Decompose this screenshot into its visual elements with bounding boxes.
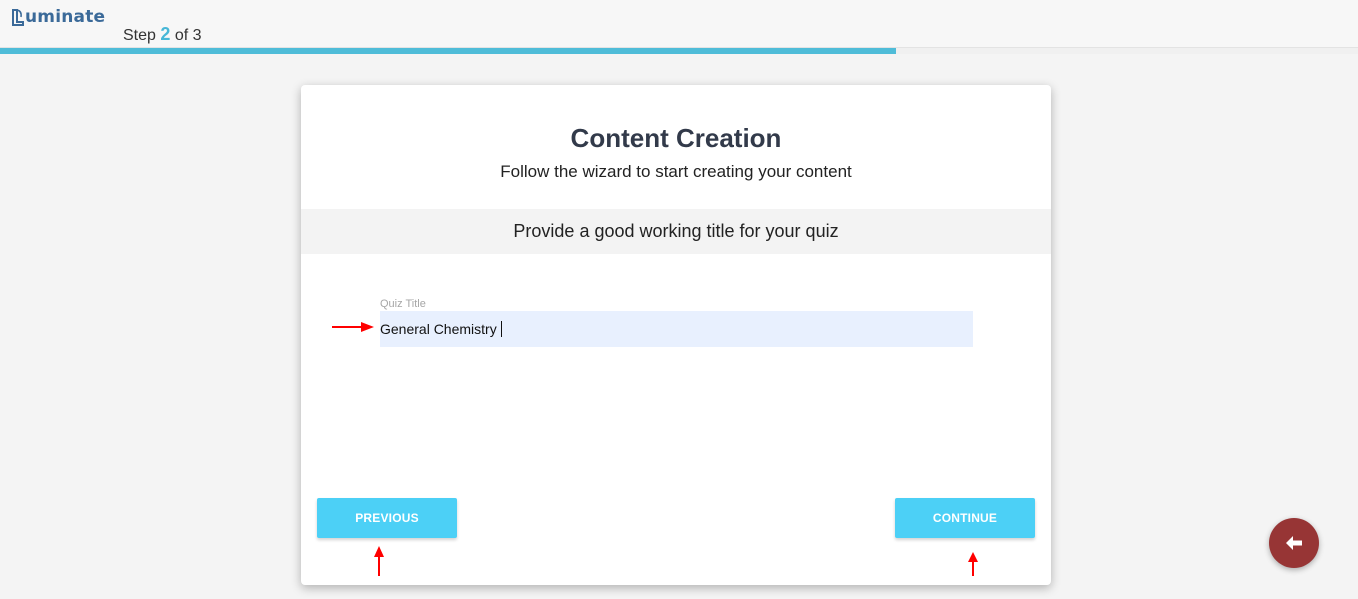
step-prefix: Step <box>123 27 156 44</box>
quiz-title-label: Quiz Title <box>380 298 426 310</box>
text-caret <box>500 321 502 337</box>
progress-bar <box>0 48 1358 54</box>
quiz-title-value: General Chemistry <box>380 321 497 337</box>
logo-text: uminate <box>25 7 106 27</box>
step-suffix: of 3 <box>174 27 202 44</box>
step-prompt: Provide a good working title for your qu… <box>301 209 1051 254</box>
annotation-arrow-up-continue-icon <box>968 552 978 576</box>
quiz-title-input[interactable]: General Chemistry <box>380 311 973 347</box>
logo-l-icon <box>12 8 24 26</box>
card-title: Content Creation <box>570 123 782 153</box>
annotation-arrow-right-icon <box>332 322 374 332</box>
top-bar: uminate Step 2 of 3 <box>0 0 1358 48</box>
previous-button[interactable]: PREVIOUS <box>317 498 457 538</box>
card-subtitle: Follow the wizard to start creating your… <box>500 162 852 181</box>
step-current: 2 <box>160 24 171 44</box>
annotation-arrow-up-previous-icon <box>374 546 384 576</box>
back-fab[interactable] <box>1269 518 1319 568</box>
luminate-logo[interactable]: uminate <box>12 7 105 27</box>
step-prompt-text: Provide a good working title for your qu… <box>513 221 839 241</box>
progress-fill <box>0 48 897 54</box>
step-indicator: Step 2 of 3 <box>123 24 202 45</box>
wizard-card: Content Creation Follow the wizard to st… <box>301 85 1051 585</box>
continue-button[interactable]: CONTINUE <box>895 498 1035 538</box>
arrow-left-icon <box>1286 536 1302 550</box>
